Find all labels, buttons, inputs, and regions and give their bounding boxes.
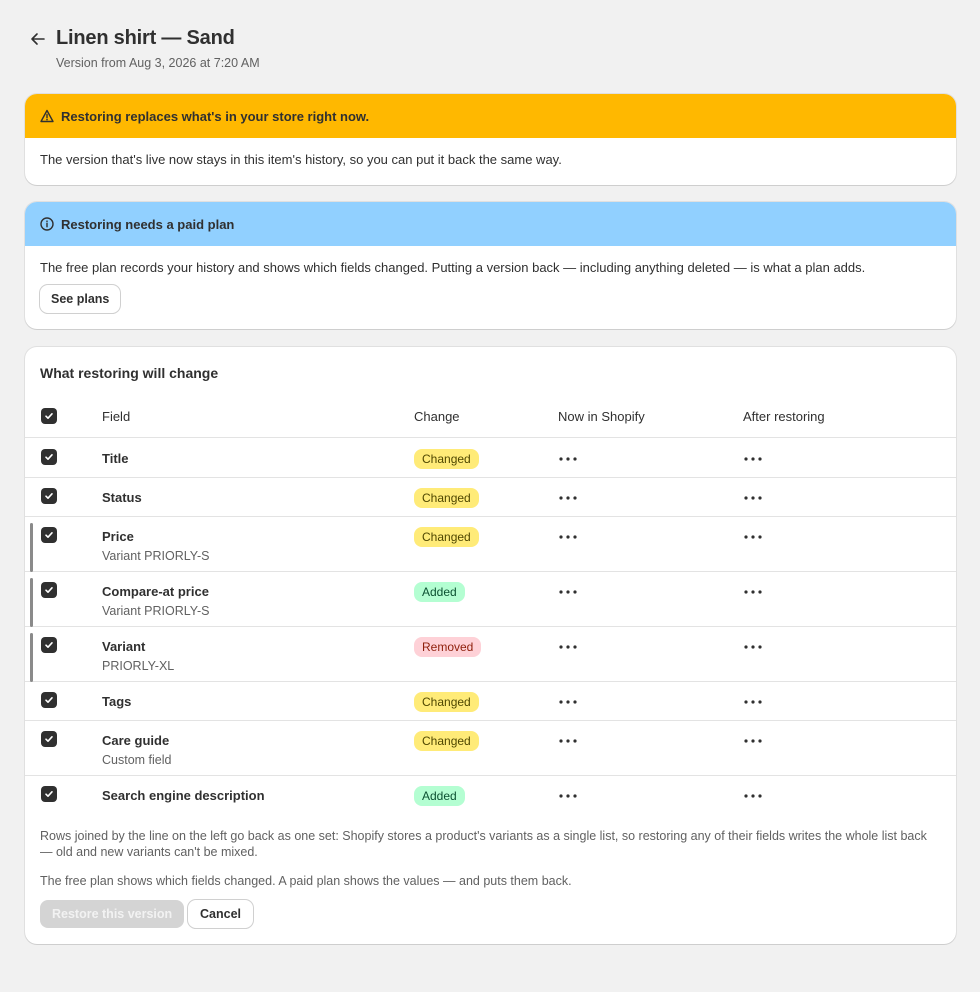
change-badge: Changed <box>414 731 479 751</box>
field-name: Variant <box>102 639 146 654</box>
field-name: Tags <box>102 694 132 709</box>
change-badge: Changed <box>414 692 479 712</box>
field-subtitle: Custom field <box>102 753 172 767</box>
linked-set-line <box>30 578 33 627</box>
now-value-more-icon[interactable] <box>558 456 578 462</box>
now-value-more-icon[interactable] <box>558 495 578 501</box>
info-banner-title: Restoring needs a paid plan <box>61 216 235 232</box>
field-name: Price <box>102 529 134 544</box>
row-checkbox[interactable] <box>41 692 57 708</box>
now-value-more-icon[interactable] <box>558 644 578 650</box>
now-value-more-icon[interactable] <box>558 589 578 595</box>
see-plans-button[interactable]: See plans <box>40 285 121 313</box>
change-badge: Added <box>414 786 465 806</box>
now-value-more-icon[interactable] <box>558 699 578 705</box>
info-banner: Restoring needs a paid plan The free pla… <box>25 202 956 329</box>
field-name: Compare-at price <box>102 584 209 599</box>
table-row: Search engine description Added <box>25 776 956 815</box>
linked-rows-note: Rows joined by the line on the left go b… <box>40 829 927 859</box>
after-value-more-icon[interactable] <box>743 738 763 744</box>
field-name: Care guide <box>102 733 170 748</box>
warning-icon <box>40 109 54 123</box>
field-name: Status <box>102 490 142 505</box>
select-all-checkbox[interactable] <box>41 408 57 424</box>
table-row: Price Variant PRIORLY-S Changed <box>25 517 956 572</box>
table-row: Status Changed <box>25 478 956 517</box>
after-value-more-icon[interactable] <box>743 456 763 462</box>
linked-set-line <box>30 633 33 682</box>
changes-card: What restoring will change Field Change … <box>25 347 956 944</box>
info-icon <box>40 217 54 231</box>
field-name: Title <box>102 451 129 466</box>
page-header: Linen shirt — Sand Version from Aug 3, 2… <box>25 26 956 74</box>
column-field: Field <box>102 409 131 424</box>
row-checkbox[interactable] <box>41 527 57 543</box>
change-badge: Removed <box>414 637 482 657</box>
change-badge: Changed <box>414 488 479 508</box>
restore-version-button[interactable]: Restore this version <box>40 900 185 928</box>
row-checkbox[interactable] <box>41 449 57 465</box>
page-title: Linen shirt — Sand <box>56 27 235 49</box>
table-row: Variant PRIORLY-XL Removed <box>25 627 956 682</box>
field-subtitle: Variant PRIORLY-S <box>102 549 210 563</box>
after-value-more-icon[interactable] <box>743 793 763 799</box>
warning-banner-body: The version that's live now stays in thi… <box>40 152 562 167</box>
row-checkbox[interactable] <box>41 637 57 653</box>
info-banner-body: The free plan records your history and s… <box>40 260 866 275</box>
row-checkbox[interactable] <box>41 488 57 504</box>
column-after-restoring: After restoring <box>743 409 825 424</box>
column-change: Change <box>414 409 460 424</box>
now-value-more-icon[interactable] <box>558 793 578 799</box>
warning-banner-header: Restoring replaces what's in your store … <box>25 94 956 138</box>
row-checkbox[interactable] <box>41 731 57 747</box>
table-row: Care guide Custom field Changed <box>25 721 956 776</box>
change-badge: Changed <box>414 527 479 547</box>
table-header: Field Change Now in Shopify After restor… <box>25 397 956 438</box>
column-now-in-shopify: Now in Shopify <box>558 409 645 424</box>
warning-banner-title: Restoring replaces what's in your store … <box>61 108 370 124</box>
row-checkbox[interactable] <box>41 786 57 802</box>
plan-note: The free plan shows which fields changed… <box>40 874 572 888</box>
now-value-more-icon[interactable] <box>558 738 578 744</box>
row-checkbox[interactable] <box>41 582 57 598</box>
after-value-more-icon[interactable] <box>743 534 763 540</box>
after-value-more-icon[interactable] <box>743 699 763 705</box>
warning-banner: Restoring replaces what's in your store … <box>25 94 956 185</box>
card-title: What restoring will change <box>40 365 219 381</box>
back-arrow-icon[interactable] <box>29 30 47 48</box>
field-name: Search engine description <box>102 788 265 803</box>
after-value-more-icon[interactable] <box>743 644 763 650</box>
change-badge: Changed <box>414 449 479 469</box>
linked-set-line <box>30 523 33 572</box>
table-row: Title Changed <box>25 439 956 478</box>
after-value-more-icon[interactable] <box>743 495 763 501</box>
page-subtitle: Version from Aug 3, 2026 at 7:20 AM <box>56 56 260 70</box>
table-row: Tags Changed <box>25 682 956 721</box>
after-value-more-icon[interactable] <box>743 589 763 595</box>
cancel-button[interactable]: Cancel <box>188 900 253 928</box>
table-row: Compare-at price Variant PRIORLY-S Added <box>25 572 956 627</box>
field-subtitle: PRIORLY-XL <box>102 659 175 673</box>
info-banner-header: Restoring needs a paid plan <box>25 202 956 246</box>
change-badge: Added <box>414 582 465 602</box>
now-value-more-icon[interactable] <box>558 534 578 540</box>
info-banner-body-wrap: The free plan records your history and s… <box>25 246 956 313</box>
field-subtitle: Variant PRIORLY-S <box>102 604 210 618</box>
